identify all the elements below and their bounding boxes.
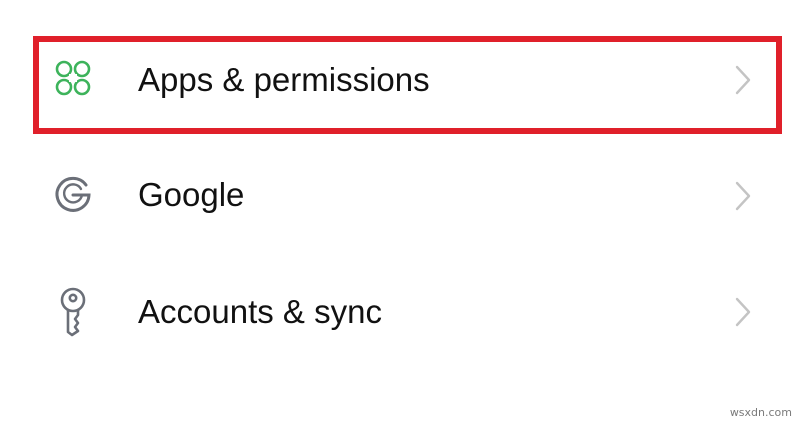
chevron-right-icon [732, 63, 754, 97]
key-icon [50, 286, 96, 338]
settings-item-label: Accounts & sync [138, 293, 382, 330]
chevron-right-icon [732, 179, 754, 213]
apps-grid-icon [50, 55, 96, 101]
settings-item-accounts-sync[interactable]: Accounts & sync [0, 262, 800, 362]
settings-list: Apps & permissions Google Accounts & syn… [0, 0, 800, 423]
google-g-icon [50, 172, 96, 218]
watermark: wsxdn.com [729, 406, 792, 419]
settings-item-label: Google [138, 176, 245, 213]
settings-item-label: Apps & permissions [138, 61, 430, 98]
settings-item-apps-permissions[interactable]: Apps & permissions [0, 30, 800, 130]
chevron-right-icon [732, 295, 754, 329]
settings-item-google[interactable]: Google [0, 145, 800, 245]
